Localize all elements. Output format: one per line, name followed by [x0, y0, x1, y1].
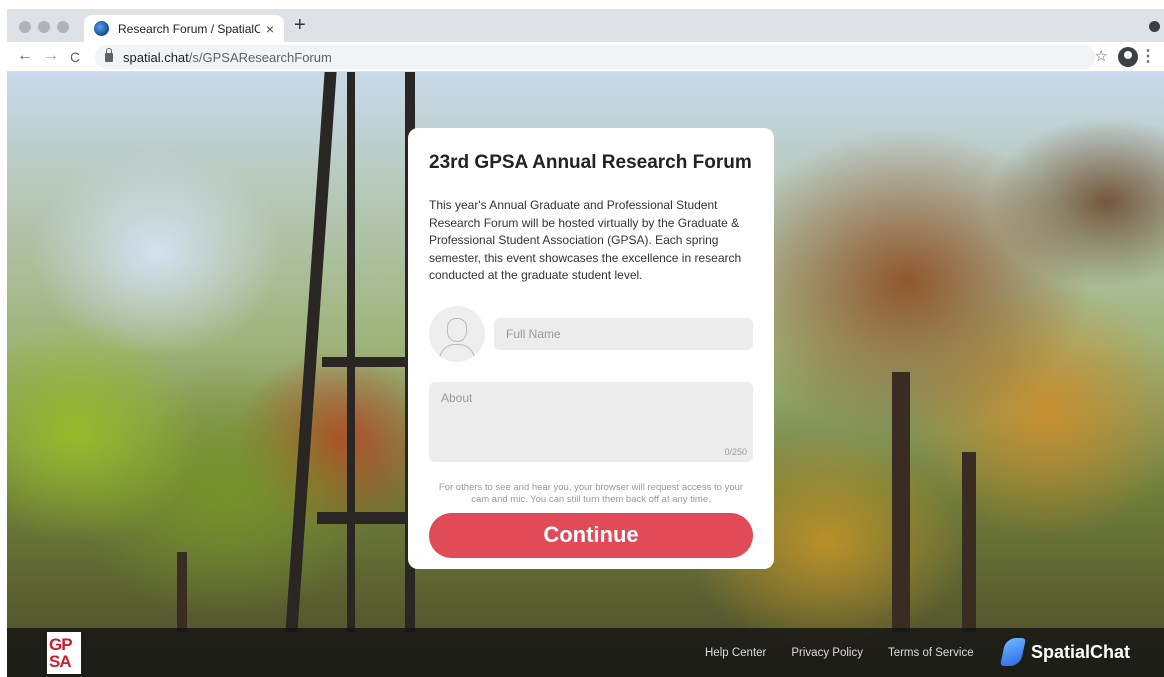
- bell-tower-beam: [322, 357, 412, 367]
- spatialchat-favicon-icon: [94, 21, 109, 36]
- logo-text-top: GP: [49, 635, 73, 654]
- avatar-body-icon: [439, 343, 475, 362]
- gpsa-logo[interactable]: GP SA: [47, 632, 81, 674]
- tab-close-icon[interactable]: ×: [266, 21, 274, 37]
- tab-search-icon[interactable]: [1149, 21, 1160, 32]
- window-controls: [19, 21, 69, 33]
- tree-trunk: [892, 372, 910, 632]
- about-textarea[interactable]: [429, 381, 753, 462]
- avatar-upload[interactable]: [429, 305, 485, 362]
- tab-title: Research Forum / SpatialChat: [118, 21, 260, 36]
- spatialchat-brand[interactable]: SpatialChat: [1000, 638, 1131, 666]
- terms-of-service-link[interactable]: Terms of Service: [888, 647, 974, 659]
- url-domain: spatial.chat: [123, 49, 189, 65]
- minimize-window-button[interactable]: [38, 21, 50, 33]
- bell-tower-leg: [347, 72, 355, 632]
- join-card: 23rd GPSA Annual Research Forum This yea…: [408, 128, 774, 569]
- character-counter: 0/250: [724, 446, 747, 457]
- page-title: 23rd GPSA Annual Research Forum: [429, 152, 752, 173]
- forward-arrow-icon[interactable]: →: [43, 47, 59, 65]
- back-arrow-icon[interactable]: ←: [17, 47, 33, 65]
- continue-button[interactable]: Continue: [429, 512, 753, 558]
- page-background: 23rd GPSA Annual Research Forum This yea…: [7, 72, 1164, 677]
- tree-trunk: [962, 452, 976, 632]
- permission-notice: For others to see and hear you, your bro…: [438, 481, 744, 505]
- event-description: This year's Annual Graduate and Professi…: [429, 198, 742, 282]
- footer: GP SA Help Center Privacy Policy Terms o…: [7, 628, 1164, 677]
- url-field[interactable]: spatial.chat/s/GPSAResearchForum: [95, 45, 1095, 69]
- lock-icon: [105, 47, 113, 62]
- tree-trunk: [177, 552, 187, 632]
- url-text: spatial.chat/s/GPSAResearchForum: [123, 50, 332, 65]
- maximize-window-button[interactable]: [57, 21, 69, 33]
- address-bar: ← → C spatial.chat/s/GPSAResearchForum ☆…: [7, 42, 1164, 72]
- about-field: 0/250: [429, 381, 753, 462]
- bell-tower-beam: [317, 512, 412, 524]
- brand-name: SpatialChat: [1031, 641, 1131, 662]
- close-window-button[interactable]: [19, 21, 31, 33]
- url-path: /s/GPSAResearchForum: [188, 49, 332, 65]
- footer-links: Help Center Privacy Policy Terms of Serv…: [705, 628, 974, 677]
- tab-bar: Research Forum / SpatialChat × +: [7, 9, 1164, 42]
- privacy-policy-link[interactable]: Privacy Policy: [791, 647, 863, 659]
- new-tab-button[interactable]: +: [294, 14, 306, 37]
- browser-tab[interactable]: Research Forum / SpatialChat ×: [84, 15, 284, 42]
- name-row: [429, 305, 753, 362]
- browser-menu-icon[interactable]: ⋮: [1140, 46, 1156, 66]
- browser-window: Research Forum / SpatialChat × + ← → C s…: [7, 9, 1164, 677]
- reload-icon[interactable]: C: [70, 49, 80, 65]
- full-name-input[interactable]: [494, 317, 753, 350]
- spatialchat-logo-icon: [1000, 638, 1026, 666]
- help-center-link[interactable]: Help Center: [705, 647, 766, 659]
- avatar-head-icon: [447, 317, 467, 342]
- bell-tower-leg: [285, 72, 337, 632]
- logo-text-bottom: SA: [49, 652, 72, 671]
- profile-avatar-icon[interactable]: [1118, 47, 1138, 67]
- bookmark-star-icon[interactable]: ☆: [1095, 47, 1108, 65]
